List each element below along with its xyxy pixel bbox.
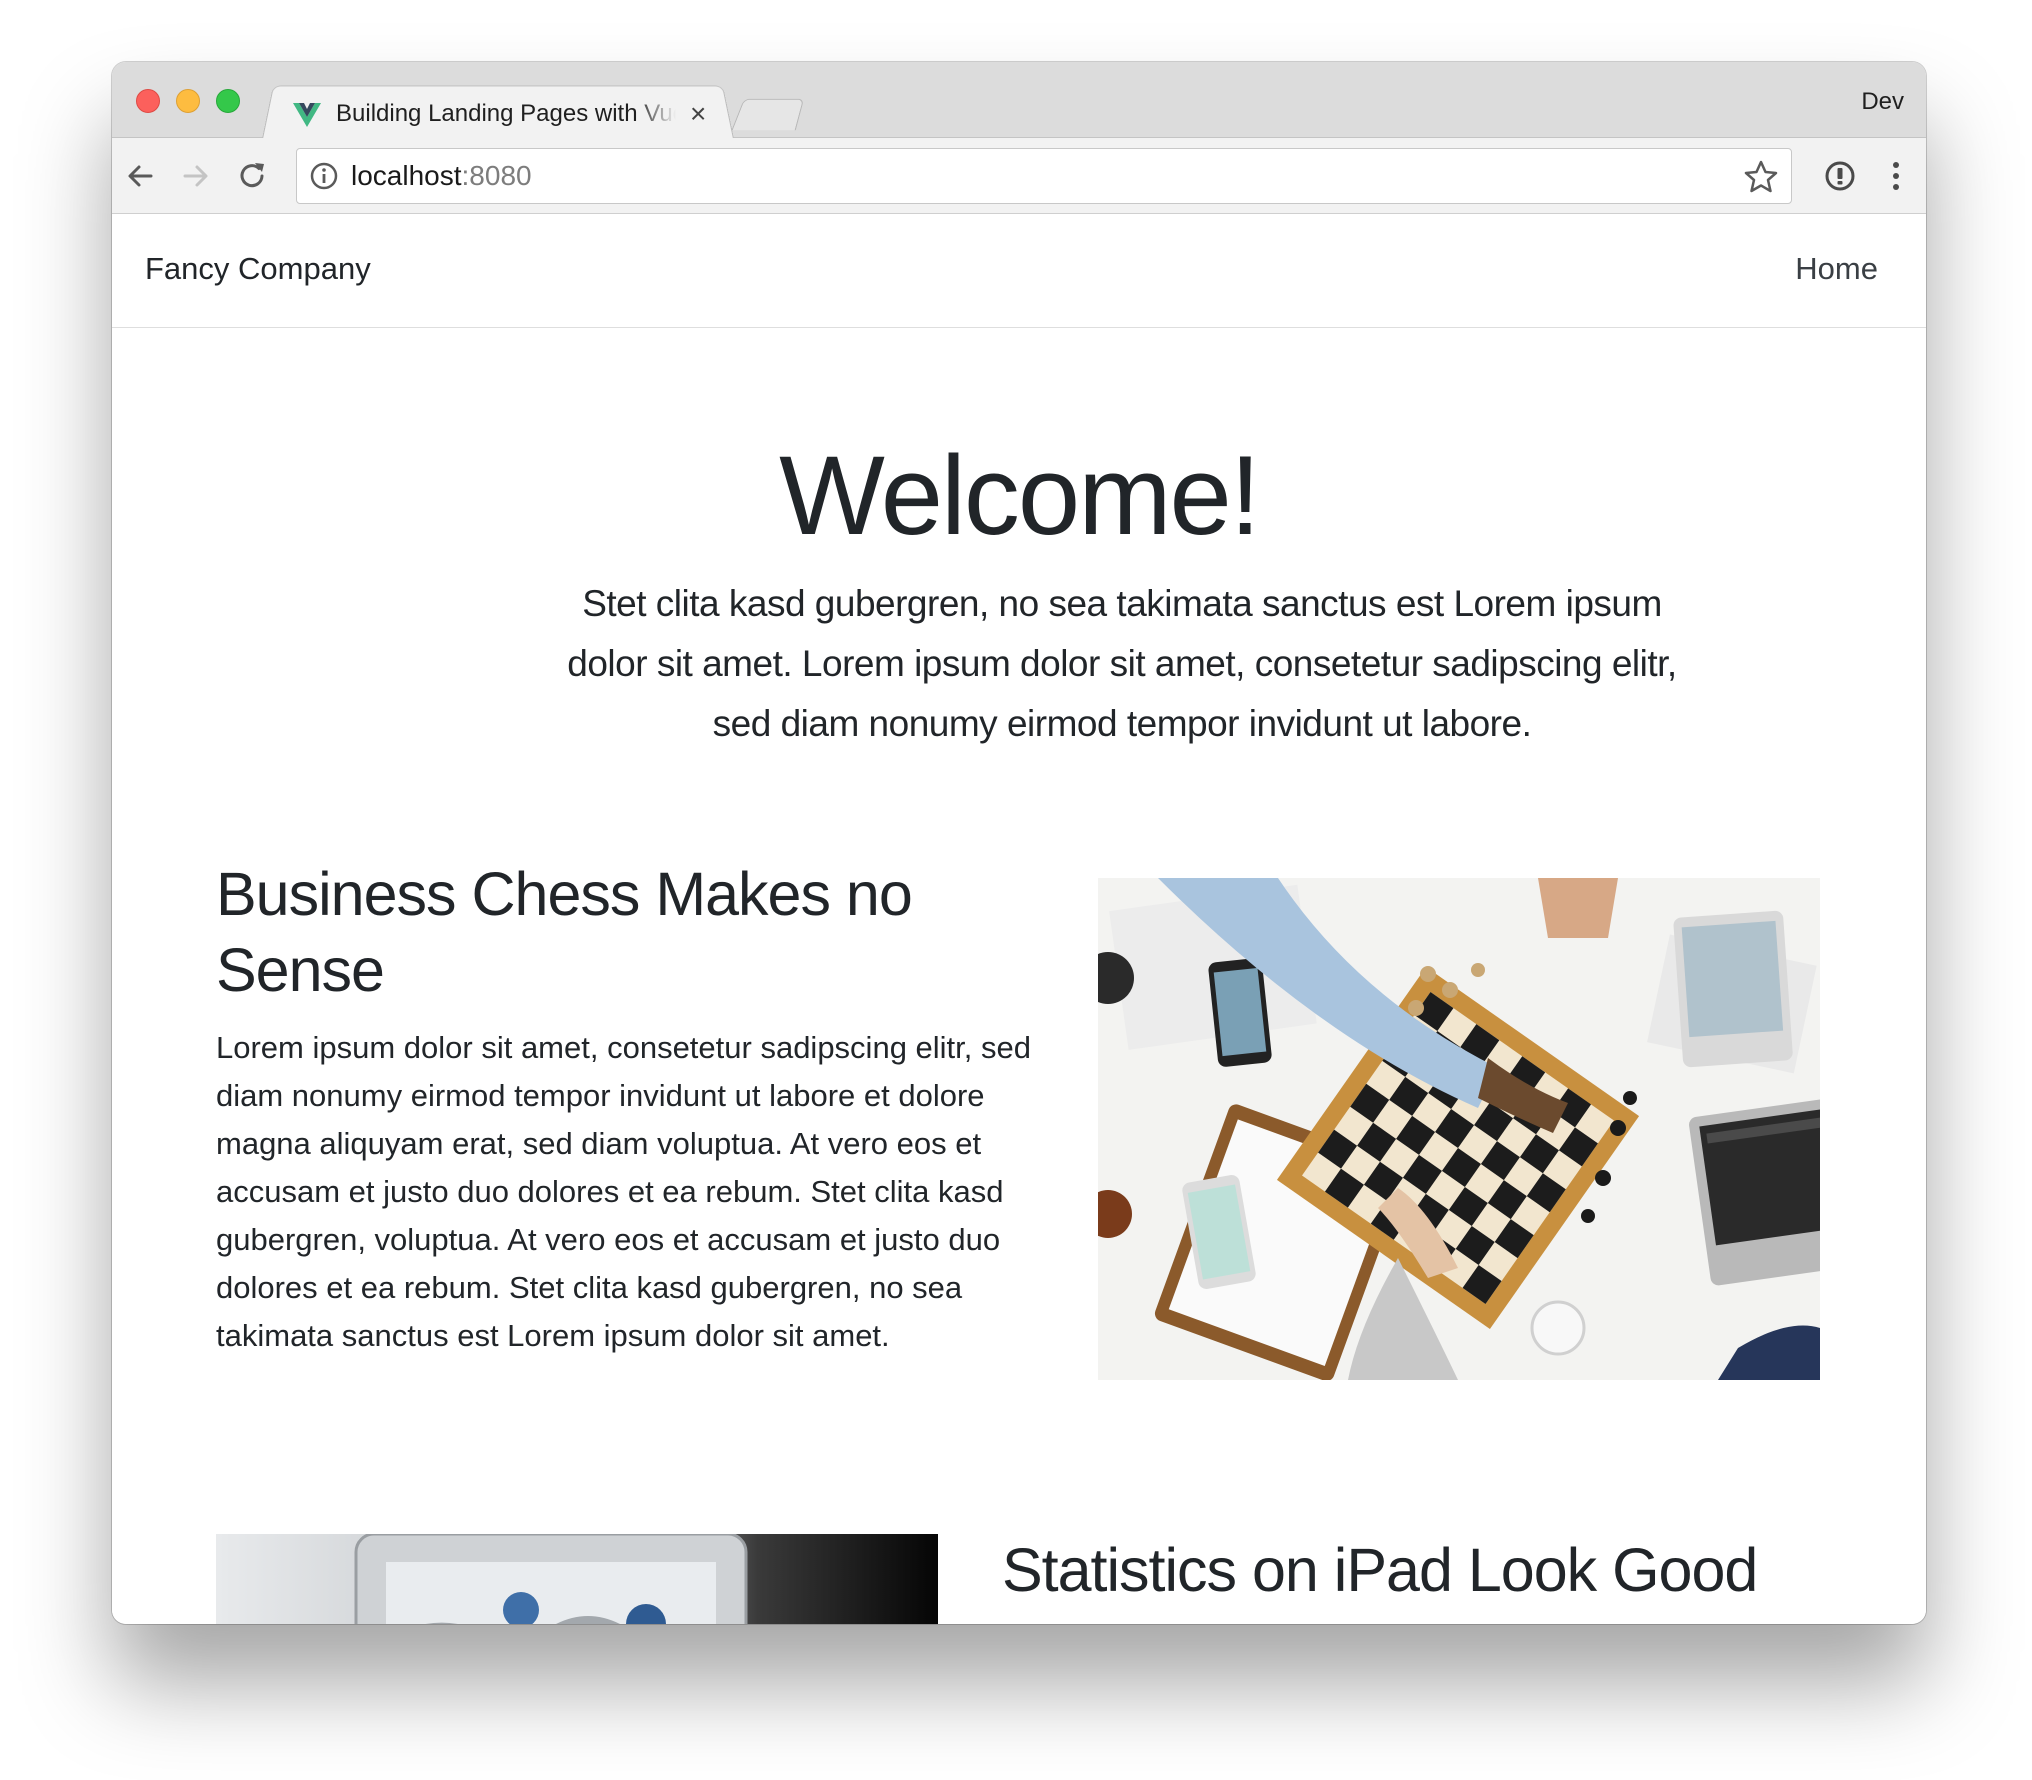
screenshot-stage: Building Landing Pages with Vue × Dev lo… (0, 0, 2032, 1780)
address-host: localhost (351, 160, 462, 191)
forward-arrow-icon (183, 165, 208, 187)
star-icon[interactable] (1743, 159, 1779, 195)
vue-favicon-icon (293, 103, 321, 127)
feature-2-title: Statistics on iPad Look Good (1002, 1536, 1758, 1604)
tab-strip: Building Landing Pages with Vue × Dev (112, 62, 1926, 139)
extension-icon (1825, 161, 1855, 191)
tab-close-icon[interactable]: × (690, 100, 706, 128)
menu-button[interactable] (1876, 156, 1916, 196)
hero-lead: Stet clita kasd gubergren, no sea takima… (567, 583, 1677, 744)
business-chess-image (1098, 878, 1820, 1380)
info-icon[interactable] (309, 161, 339, 191)
back-arrow-icon (128, 165, 153, 187)
site-navbar: Fancy Company Home (112, 214, 1926, 328)
ipad-statistics-image (216, 1534, 938, 1624)
nav-link-home[interactable]: Home (1795, 251, 1878, 287)
close-window-button[interactable] (136, 89, 160, 113)
tab-title: Building Landing Pages with Vue (336, 100, 676, 127)
address-port: :8080 (461, 160, 532, 191)
navbar-brand[interactable]: Fancy Company (145, 251, 371, 287)
browser-toolbar: localhost:8080 (112, 138, 1926, 214)
maximize-window-button[interactable] (216, 89, 240, 113)
feature-title: Business Chess Makes no Sense (216, 860, 913, 1004)
forward-button[interactable] (176, 156, 216, 196)
feature-text: Lorem ipsum dolor sit amet, consetetur s… (216, 1030, 1031, 1353)
back-button[interactable] (120, 156, 160, 196)
page-viewport: Fancy Company Home Welcome! Stet clita k… (112, 214, 1926, 1624)
browser-window: Building Landing Pages with Vue × Dev lo… (112, 62, 1926, 1624)
browser-tab[interactable]: Building Landing Pages with Vue × (288, 90, 728, 138)
reload-button[interactable] (232, 156, 272, 196)
extension-button[interactable] (1820, 156, 1860, 196)
new-tab-button[interactable] (731, 98, 805, 131)
reload-icon (240, 163, 264, 188)
hero-title: Welcome! (779, 433, 1261, 558)
profile-label[interactable]: Dev (1861, 88, 1904, 116)
minimize-window-button[interactable] (176, 89, 200, 113)
menu-dots-icon (1893, 162, 1899, 190)
address-bar[interactable]: localhost:8080 (296, 148, 1792, 204)
